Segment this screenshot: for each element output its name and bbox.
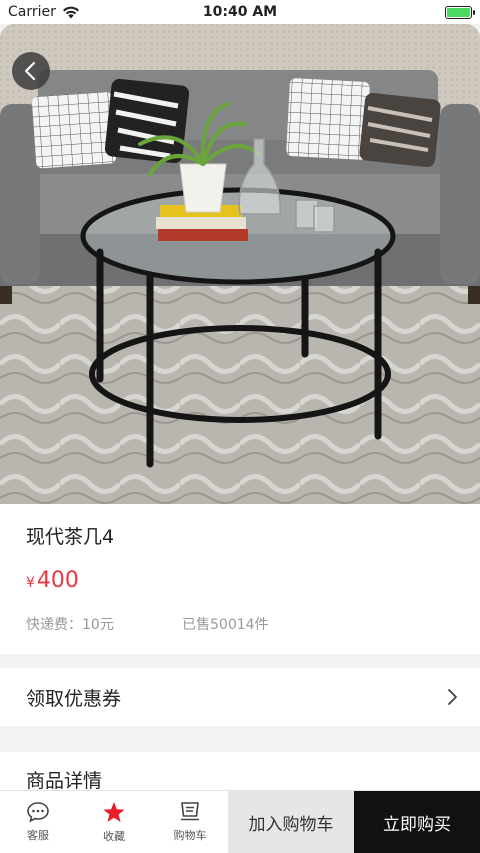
tab-cart[interactable]: 购物车 xyxy=(152,791,228,853)
wifi-icon xyxy=(62,6,79,18)
carrier-label: Carrier xyxy=(8,4,56,20)
battery-icon xyxy=(445,5,475,19)
product-photo xyxy=(0,24,480,504)
tab-label: 客服 xyxy=(27,829,49,842)
back-button[interactable] xyxy=(12,52,50,90)
cart-icon xyxy=(181,802,199,821)
tab-favorite[interactable]: 收藏 xyxy=(76,791,152,853)
currency-symbol: ¥ xyxy=(26,575,35,591)
detail-section: 商品详情 xyxy=(0,752,480,792)
product-title: 现代茶几4 xyxy=(26,526,115,548)
detail-title: 商品详情 xyxy=(26,770,103,792)
price-value: 400 xyxy=(36,568,79,593)
carrier-group: Carrier xyxy=(8,4,80,20)
product-info: 现代茶几4 ¥ 400 快递费：10元 已售50014件 xyxy=(0,504,480,654)
chat-icon xyxy=(27,802,49,823)
product-price: ¥ 400 xyxy=(26,568,79,593)
bottom-action-bar: 客服 收藏 购物车 加入购物车 立即购买 xyxy=(0,790,480,853)
product-image xyxy=(0,24,480,504)
add-to-cart-button[interactable]: 加入购物车 xyxy=(228,791,354,853)
tab-label: 购物车 xyxy=(173,829,207,842)
star-icon xyxy=(103,801,125,822)
chevron-right-icon xyxy=(448,689,457,705)
status-bar: Carrier 10:40 AM xyxy=(0,0,480,24)
buy-now-button[interactable]: 立即购买 xyxy=(354,791,480,853)
shipping-fee: 快递费：10元 xyxy=(26,617,114,633)
chevron-left-icon xyxy=(24,61,36,81)
battery-level xyxy=(447,7,470,17)
coupon-row[interactable]: 领取优惠券 xyxy=(0,668,480,726)
sold-count: 已售50014件 xyxy=(182,617,269,633)
tab-label: 收藏 xyxy=(103,829,125,843)
coupon-label: 领取优惠券 xyxy=(26,687,122,710)
tab-customer-service[interactable]: 客服 xyxy=(0,791,76,853)
